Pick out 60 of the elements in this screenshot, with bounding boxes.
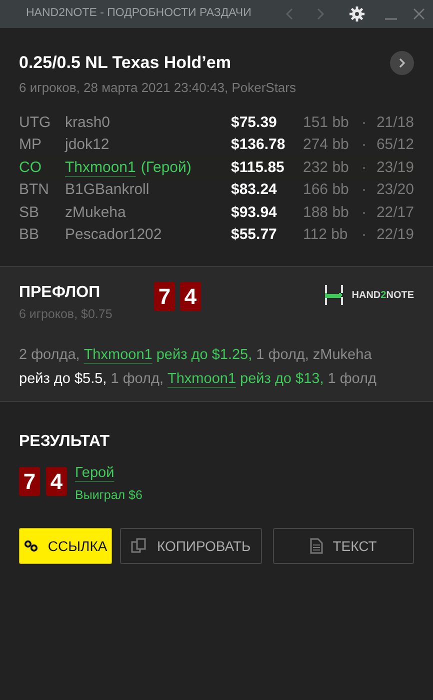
- logo-text: HAND2NOTE: [352, 288, 414, 302]
- hero-tag: (Герой): [140, 156, 192, 179]
- stack-bb: 274 bb: [303, 135, 350, 155]
- player-name[interactable]: jdok12: [65, 134, 110, 156]
- player-link[interactable]: Thxmoon1: [168, 370, 236, 387]
- player-name[interactable]: krash0: [65, 112, 110, 134]
- position-label: CO: [19, 158, 42, 178]
- pot-info: 6 игроков, $0.75: [19, 306, 114, 323]
- player-name[interactable]: B1GBankroll: [65, 179, 150, 202]
- section-title: РЕЗУЛЬТАТ: [19, 432, 111, 452]
- playing-card: 4: [46, 466, 67, 496]
- link-icon: [24, 540, 38, 552]
- chevron-right-icon: [398, 58, 406, 68]
- playing-card: 7: [154, 282, 175, 311]
- player-stats: 23/20: [375, 180, 414, 200]
- stack-bb: 166 bb: [303, 180, 350, 200]
- stack-bb: 188 bb: [303, 202, 350, 222]
- position-label: UTG: [19, 112, 52, 132]
- winnings-text: Выиграл $6: [75, 486, 142, 504]
- action-text: 2 фолда, Thxmoon1 рейз до $1.25, 1 фолд, zMukeha рейз до $5.5, 1 фолд, Thxmoon1 рейз до $13, 1 фолд: [19, 346, 378, 389]
- window-title: HAND2NOTE - ПОДРОБНОСТИ РАЗДАЧИ: [26, 6, 252, 22]
- back-icon[interactable]: [285, 7, 295, 21]
- player-name[interactable]: Pescador1202: [65, 224, 162, 246]
- position-label: SB: [19, 202, 40, 222]
- action-button[interactable]: ТЕКСТ: [272, 528, 414, 564]
- action-button[interactable]: КОПИРОВАТЬ: [120, 528, 262, 564]
- copy-icon: [130, 538, 147, 554]
- player-stats: 21/18: [375, 112, 414, 132]
- player-stats: 22/19: [375, 225, 414, 245]
- close-icon[interactable]: [413, 8, 425, 20]
- player-link[interactable]: Thxmoon1: [84, 346, 152, 363]
- logo-mark-icon: [324, 285, 344, 305]
- action-button[interactable]: ССЫЛКА: [19, 528, 112, 564]
- stack-amount: $93.94: [231, 202, 278, 222]
- stack-amount: $83.24: [231, 180, 278, 200]
- section-title: ПРЕФЛОП: [19, 283, 102, 303]
- settings-icon[interactable]: [349, 6, 365, 22]
- player-stats: 65/12: [375, 135, 414, 155]
- playing-card: 7: [19, 466, 40, 496]
- player-stats: 23/19: [375, 158, 414, 178]
- forward-icon[interactable]: [315, 7, 325, 21]
- player-name[interactable]: Thxmoon1: [65, 156, 136, 179]
- winner-link[interactable]: Герой: [75, 462, 114, 484]
- document-icon: [310, 538, 323, 554]
- stack-amount: $55.77: [231, 225, 278, 245]
- hand-title: 0.25/0.5 NL Texas Hold’em: [19, 52, 232, 74]
- stack-amount: $136.78: [231, 135, 286, 155]
- player-name[interactable]: zMukeha: [65, 202, 126, 224]
- position-label: BTN: [19, 180, 50, 200]
- stack-amount: $75.39: [231, 112, 278, 132]
- next-hand-button[interactable]: [390, 50, 414, 75]
- playing-card: 4: [180, 282, 201, 311]
- stack-amount: $115.85: [231, 158, 286, 178]
- stack-bb: 151 bb: [303, 112, 350, 132]
- position-label: MP: [19, 135, 42, 155]
- player-stats: 22/17: [375, 202, 414, 222]
- hand-subtitle: 6 игроков, 28 марта 2021 23:40:43, PokerStars: [19, 78, 297, 97]
- position-label: BB: [19, 225, 40, 245]
- stack-bb: 232 bb: [303, 158, 350, 178]
- stack-bb: 112 bb: [303, 225, 349, 245]
